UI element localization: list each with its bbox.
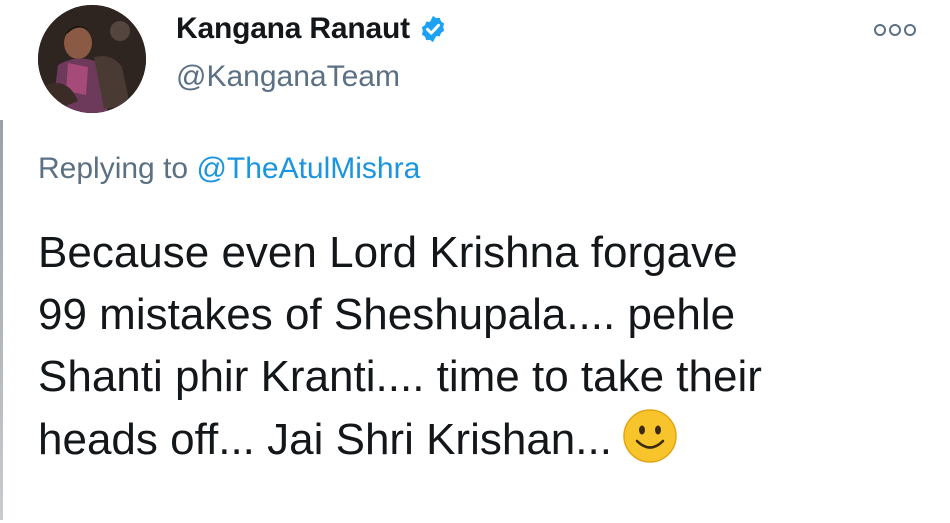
left-edge-divider — [0, 120, 3, 520]
author-handle[interactable]: @KanganaTeam — [176, 60, 400, 94]
verified-badge-icon — [418, 14, 448, 44]
tweet-text-line: Because even Lord Krishna forgave — [38, 228, 738, 277]
replying-to-label: Replying to — [38, 152, 189, 185]
more-options-icon[interactable] — [873, 23, 917, 37]
reply-mention-link[interactable]: @TheAtulMishra — [196, 152, 420, 185]
tweet-text: Because even Lord Krishna forgave 99 mis… — [38, 222, 928, 471]
tweet-text-line-content: heads off... Jai Shri Krishan... — [38, 415, 612, 464]
tweet-text-line: 99 mistakes of Sheshupala.... pehle — [38, 290, 736, 339]
author-name-row: Kangana Ranaut — [176, 12, 448, 46]
tweet-text-line: Shanti phir Kranti.... time to take thei… — [38, 352, 762, 401]
author-display-name[interactable]: Kangana Ranaut — [176, 12, 410, 46]
tweet-text-line: heads off... Jai Shri Krishan... — [38, 408, 928, 471]
avatar[interactable] — [38, 5, 146, 113]
replying-to: Replying to @TheAtulMishra — [38, 152, 420, 186]
tweet-card: Kangana Ranaut @KanganaTeam Replying to … — [0, 0, 950, 523]
smiley-icon — [622, 408, 678, 464]
